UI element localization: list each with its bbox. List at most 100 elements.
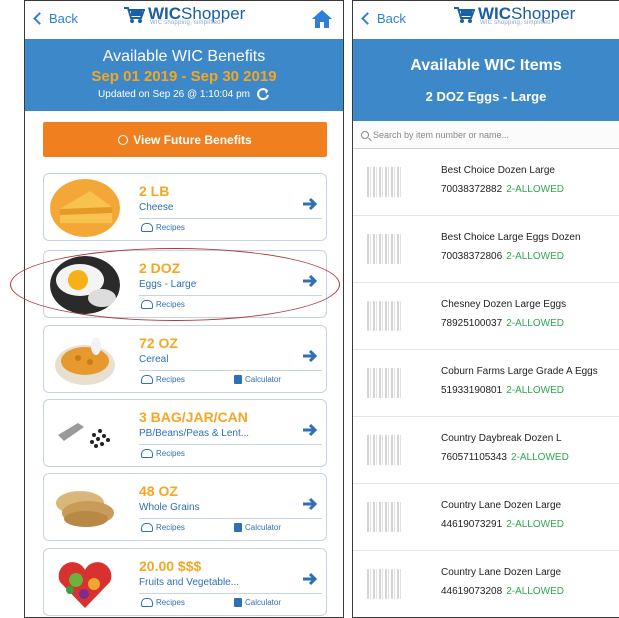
benefit-quantity: 72 OZ <box>139 335 178 351</box>
benefit-name: PB/Beans/Peas & Lent... <box>139 428 250 439</box>
item-name: Coburn Farms Large Grade A Eggs <box>441 366 598 377</box>
item-code: 51933190801 <box>441 385 503 396</box>
list-item[interactable]: Best Choice Dozen Large 70038372882 2-ALL… <box>353 149 619 216</box>
recipes-link[interactable]: Recipes <box>141 449 185 458</box>
recipes-label: Recipes <box>156 598 185 607</box>
item-code: 44619073208 <box>441 586 503 597</box>
calculator-link[interactable]: Calculator <box>234 375 281 384</box>
benefit-card-whole-grains[interactable]: 48 OZ Whole Grains Recipes Calculator <box>43 473 327 541</box>
item-name: Chesney Dozen Large Eggs <box>441 299 567 310</box>
future-button-label: View Future Benefits <box>133 132 252 147</box>
cart-icon <box>124 7 145 23</box>
benefit-name: Cheese <box>139 202 174 213</box>
item-status: 2-ALLOWED <box>506 251 564 262</box>
item-status: 2-ALLOWED <box>506 519 564 530</box>
recipes-link[interactable]: Recipes <box>141 375 185 384</box>
item-code: 44619073291 <box>441 519 503 530</box>
refresh-icon[interactable] <box>256 87 270 101</box>
barcode-icon <box>367 569 403 599</box>
recipes-link[interactable]: Recipes <box>141 598 185 607</box>
nav-bar: Back WICShopper WIC shopping, simplified… <box>25 1 343 39</box>
calculator-icon <box>234 523 242 532</box>
barcode-icon <box>367 167 403 197</box>
item-name: Best Choice Large Eggs Dozen <box>441 232 581 243</box>
recipes-label: Recipes <box>156 523 185 532</box>
grains-image <box>50 479 120 537</box>
produce-image <box>50 554 120 612</box>
banner-title: Available WIC Benefits <box>102 48 266 65</box>
item-code: 78925100037 <box>441 318 503 329</box>
back-label: Back <box>49 11 78 26</box>
recipes-label: Recipes <box>156 375 185 384</box>
search-bar <box>353 121 619 149</box>
arrow-right-icon[interactable] <box>302 496 318 512</box>
benefit-card-beans[interactable]: 3 BAG/JAR/CAN PB/Beans/Peas & Lent... Re… <box>43 399 327 467</box>
recipes-link[interactable]: Recipes <box>141 523 185 532</box>
item-status: 2-ALLOWED <box>511 452 569 463</box>
chef-hat-icon <box>141 523 153 532</box>
view-future-benefits-button[interactable]: View Future Benefits <box>43 122 327 157</box>
barcode-icon <box>367 502 403 532</box>
calculator-link[interactable]: Calculator <box>234 523 281 532</box>
list-item[interactable]: Country Lane Dozen Large 44619073291 2-AL… <box>353 484 619 551</box>
barcode-icon <box>367 234 403 264</box>
arrow-right-icon[interactable] <box>302 422 318 438</box>
barcode-icon <box>367 301 403 331</box>
item-code: 70038372806 <box>441 251 503 262</box>
calculator-icon <box>234 375 242 384</box>
wicshopper-logo: WICShopper WIC shopping, simplified. <box>453 5 575 26</box>
benefit-name: Fruits and Vegetable... <box>139 577 240 588</box>
back-button[interactable]: Back <box>33 11 78 26</box>
home-icon[interactable] <box>311 9 333 29</box>
search-input[interactable] <box>373 129 593 140</box>
list-item[interactable]: Country Daybreak Dozen L 760571105343 2-A… <box>353 417 619 484</box>
recipes-link[interactable]: Recipes <box>141 223 185 232</box>
barcode-icon <box>367 435 403 465</box>
chef-hat-icon <box>141 375 153 384</box>
item-code: 760571105343 <box>441 452 507 463</box>
barcode-icon <box>367 368 403 398</box>
benefit-period: Sep 01 2019 - Sep 30 2019 <box>91 68 277 85</box>
divider <box>139 593 322 594</box>
list-item[interactable]: Coburn Farms Large Grade A Eggs 51933190… <box>353 350 619 417</box>
clock-icon <box>118 134 129 145</box>
calculator-icon <box>234 598 242 607</box>
divider <box>139 218 322 219</box>
arrow-right-icon[interactable] <box>302 348 318 364</box>
chef-hat-icon <box>141 449 153 458</box>
list-item[interactable]: Best Choice Large Eggs Dozen 70038372806… <box>353 216 619 283</box>
chef-hat-icon <box>141 223 153 232</box>
divider <box>139 444 322 445</box>
benefit-quantity: 3 BAG/JAR/CAN <box>139 409 248 425</box>
benefit-name: Cereal <box>139 354 169 365</box>
benefit-name: Whole Grains <box>139 502 200 513</box>
highlight-ellipse <box>10 248 340 321</box>
beans-image <box>50 405 120 463</box>
benefit-card-cereal[interactable]: 72 OZ Cereal Recipes Calculator <box>43 325 327 393</box>
list-item[interactable]: Country Lane Dozen Large 44619073208 2-AL… <box>353 551 619 617</box>
benefit-card-cheese[interactable]: 2 LB Cheese Recipes <box>43 173 327 241</box>
item-name: Country Daybreak Dozen L <box>441 433 562 444</box>
arrow-right-icon[interactable] <box>302 571 318 587</box>
calculator-link[interactable]: Calculator <box>234 598 281 607</box>
items-screen: Back WICShopper WIC shopping, simplified… <box>352 0 619 618</box>
back-label: Back <box>377 11 406 26</box>
item-name: Country Lane Dozen Large <box>441 567 562 578</box>
benefits-banner: Available WIC Benefits Sep 01 2019 - Sep… <box>25 39 343 111</box>
chef-hat-icon <box>141 598 153 607</box>
item-name: Best Choice Dozen Large <box>441 165 555 176</box>
list-item[interactable]: Chesney Dozen Large Eggs 78925100037 2-AL… <box>353 283 619 350</box>
arrow-right-icon[interactable] <box>302 196 318 212</box>
banner-subtitle: 2 DOZ Eggs - Large <box>425 89 547 104</box>
item-code: 70038372882 <box>441 184 503 195</box>
search-icon <box>361 130 369 139</box>
back-button[interactable]: Back <box>361 11 406 26</box>
divider <box>139 518 322 519</box>
calculator-label: Calculator <box>245 523 282 532</box>
cereal-image <box>50 331 120 389</box>
items-banner: Available WIC Items 2 DOZ Eggs - Large <box>353 39 619 121</box>
wicshopper-logo: WICShopper WIC shopping, simplified. <box>123 5 245 26</box>
benefit-card-fruits-vegetables[interactable]: 20.00 $$$ Fruits and Vegetable... Recipe… <box>43 548 327 616</box>
chevron-left-icon <box>361 12 374 25</box>
benefit-quantity: 20.00 $$$ <box>139 558 202 574</box>
